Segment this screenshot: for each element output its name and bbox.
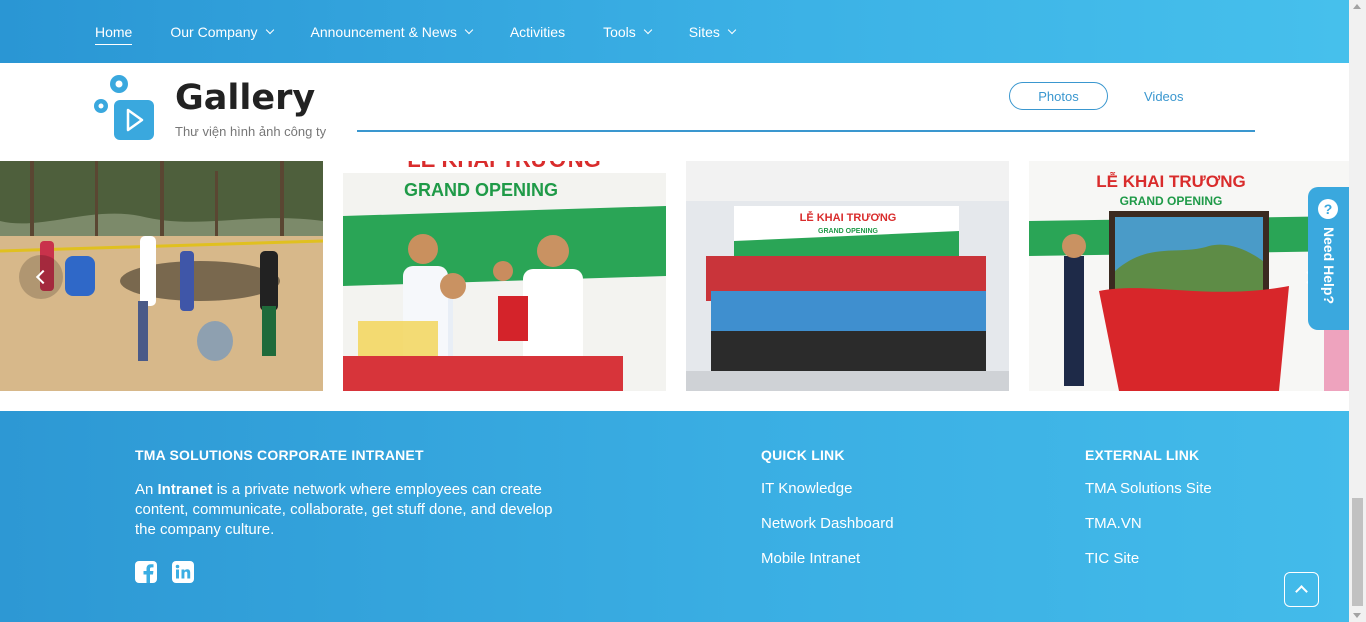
- gallery-subtitle: Thư viện hình ảnh công ty: [175, 124, 327, 139]
- gallery-photo[interactable]: LỄ KHAI TRƯƠNG GRAND OPENING: [343, 161, 666, 391]
- footer-about-text: An Intranet is a private network where e…: [135, 480, 575, 540]
- about-text-bold: Intranet: [157, 481, 213, 498]
- nav-item-label: Tools: [603, 23, 636, 40]
- nav-menu: Home Our Company Announcement & News Act…: [95, 0, 773, 63]
- photo-group-grand-opening: LỄ KHAI TRƯƠNG GRAND OPENING: [686, 161, 1009, 391]
- photo-grand-opening-handshake: LỄ KHAI TRƯƠNG GRAND OPENING: [343, 161, 666, 391]
- nav-item-label: Our Company: [170, 23, 258, 40]
- tab-photos[interactable]: Photos: [1009, 82, 1108, 110]
- gallery-play-icon: [94, 75, 154, 140]
- external-link-tma-vn[interactable]: TMA.VN: [1085, 515, 1142, 532]
- back-to-top-button[interactable]: [1284, 572, 1319, 607]
- external-link-tma-solutions[interactable]: TMA Solutions Site: [1085, 480, 1212, 497]
- banner-subtitle: GRAND OPENING: [1120, 194, 1223, 208]
- scroll-up-icon[interactable]: [1353, 4, 1361, 9]
- gallery-divider: [357, 130, 1255, 132]
- chevron-left-icon: [35, 269, 51, 285]
- banner-title: LỄ KHAI TRƯƠNG: [1096, 172, 1246, 191]
- nav-item-label: Announcement & News: [310, 23, 457, 40]
- nav-item-activities[interactable]: Activities: [510, 20, 565, 44]
- footer-about-heading: TMA SOLUTIONS CORPORATE INTRANET: [135, 447, 424, 463]
- footer-quick-link-heading: QUICK LINK: [761, 447, 845, 463]
- gallery-photo[interactable]: LỄ KHAI TRƯƠNG GRAND OPENING: [686, 161, 1009, 391]
- need-help-button[interactable]: ? Need Help?: [1308, 187, 1349, 330]
- nav-item-label: Sites: [688, 23, 720, 40]
- tab-videos[interactable]: Videos: [1144, 89, 1184, 104]
- top-navigation: Home Our Company Announcement & News Act…: [0, 0, 1349, 63]
- about-text-pre: An: [135, 481, 158, 498]
- chevron-down-icon: [643, 25, 652, 34]
- nav-item-sites[interactable]: Sites: [688, 20, 737, 44]
- nav-item-label: Activities: [509, 23, 566, 40]
- linkedin-icon[interactable]: [172, 561, 194, 583]
- need-help-label: Need Help?: [1321, 227, 1337, 305]
- chevron-down-icon: [464, 25, 474, 34]
- footer-external-link-heading: EXTERNAL LINK: [1085, 447, 1200, 463]
- page-scrollbar[interactable]: [1349, 0, 1366, 622]
- chevron-down-icon: [265, 25, 274, 34]
- nav-item-home[interactable]: Home: [95, 20, 133, 45]
- scroll-down-icon[interactable]: [1353, 613, 1361, 618]
- question-icon: ?: [1318, 199, 1338, 219]
- quick-link-network-dashboard[interactable]: Network Dashboard: [761, 515, 894, 532]
- scrollbar-thumb[interactable]: [1352, 498, 1363, 606]
- banner-subtitle: GRAND OPENING: [404, 180, 558, 200]
- external-link-tic-site[interactable]: TIC Site: [1085, 550, 1139, 567]
- gallery-title: Gallery: [175, 78, 316, 118]
- nav-item-our-company[interactable]: Our Company: [170, 20, 274, 44]
- chevron-up-icon: [1295, 585, 1308, 598]
- quick-link-mobile-intranet[interactable]: Mobile Intranet: [761, 550, 860, 567]
- chevron-down-icon: [727, 25, 737, 34]
- banner-title: LỄ KHAI TRƯƠNG: [407, 161, 600, 172]
- carousel-prev-button[interactable]: [19, 255, 63, 299]
- nav-item-announcement-news[interactable]: Announcement & News: [310, 20, 474, 44]
- footer: TMA SOLUTIONS CORPORATE INTRANET An Intr…: [0, 411, 1349, 622]
- nav-item-label: Home: [95, 23, 133, 40]
- nav-item-tools[interactable]: Tools: [603, 20, 652, 44]
- banner-title: LỄ KHAI TRƯƠNG: [800, 211, 897, 224]
- facebook-icon[interactable]: [135, 561, 157, 583]
- quick-link-it-knowledge[interactable]: IT Knowledge: [761, 480, 852, 497]
- banner-subtitle: GRAND OPENING: [818, 228, 878, 235]
